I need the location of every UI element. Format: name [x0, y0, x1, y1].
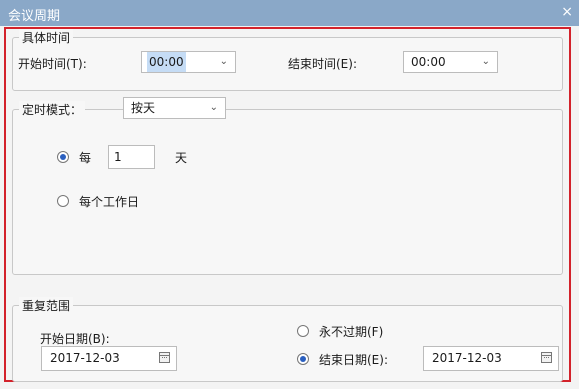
start-time-select[interactable]: 00:00 ⌄: [141, 51, 236, 73]
chevron-down-icon: ⌄: [219, 56, 228, 67]
day-unit-label: 天: [175, 151, 188, 165]
mode-value: 按天: [131, 101, 156, 115]
end-date-radio[interactable]: [297, 353, 309, 365]
calendar-icon[interactable]: [541, 352, 552, 363]
start-date-picker[interactable]: 2017-12-03: [41, 346, 177, 371]
end-date-label: 结束日期(E):: [319, 353, 388, 367]
end-date-picker[interactable]: 2017-12-03: [423, 346, 559, 371]
every-workday-label: 每个工作日: [79, 195, 140, 209]
day-interval-input[interactable]: 1: [108, 145, 155, 169]
chevron-down-icon: ⌄: [209, 102, 218, 113]
dialog-body: 具体时间 开始时间(T): 00:00 ⌄ 结束时间(E): 00:00 ⌄ 定…: [4, 27, 571, 382]
mode-select[interactable]: 按天 ⌄: [123, 97, 226, 119]
every-n-days-radio[interactable]: [57, 151, 69, 163]
time-group-legend: 具体时间: [19, 29, 74, 46]
close-icon[interactable]: ×: [561, 4, 573, 20]
start-time-value: 00:00: [147, 52, 186, 72]
end-time-value: 00:00: [411, 55, 446, 69]
title-bar: 会议周期 ×: [0, 0, 579, 26]
never-expire-label: 永不过期(F): [319, 325, 384, 339]
start-date-label: 开始日期(B):: [40, 332, 110, 346]
start-date-value: 2017-12-03: [50, 351, 120, 365]
mode-group-legend: 定时模式：: [19, 101, 86, 118]
every-workday-radio[interactable]: [57, 195, 69, 207]
end-time-label: 结束时间(E):: [288, 57, 357, 71]
end-time-select[interactable]: 00:00 ⌄: [403, 51, 498, 73]
start-time-label: 开始时间(T):: [18, 57, 87, 71]
repeat-group-legend: 重复范围: [19, 297, 74, 314]
calendar-icon[interactable]: [159, 352, 170, 363]
every-label: 每: [79, 151, 92, 165]
end-date-value: 2017-12-03: [432, 351, 502, 365]
window-title: 会议周期: [8, 9, 61, 24]
never-expire-radio[interactable]: [297, 325, 309, 337]
chevron-down-icon: ⌄: [481, 56, 490, 67]
mode-group: [12, 109, 563, 275]
